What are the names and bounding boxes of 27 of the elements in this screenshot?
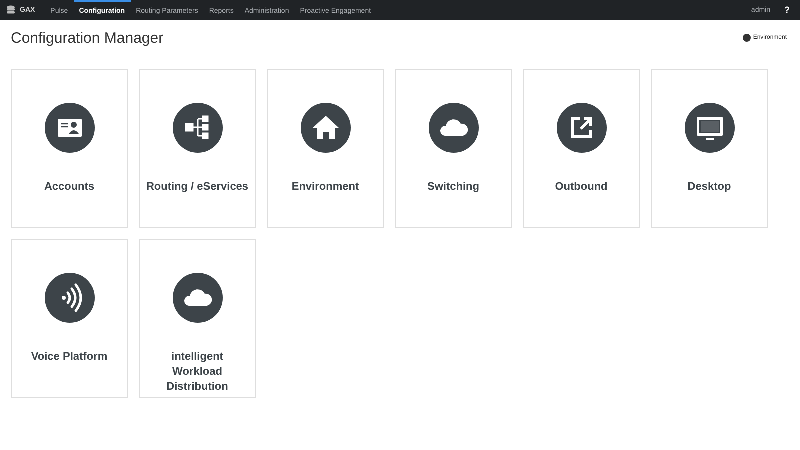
- cloud-icon: [428, 103, 478, 153]
- category-tile[interactable]: Accounts: [11, 69, 128, 228]
- tile-label: intelligent Workload Distribution: [166, 350, 230, 395]
- category-tile[interactable]: intelligent Workload Distribution: [139, 239, 256, 398]
- category-tile[interactable]: Outbound: [523, 69, 640, 228]
- flowchart-icon: [172, 103, 222, 153]
- category-tile[interactable]: Routing / eServices: [139, 69, 256, 228]
- database-icon: [6, 5, 16, 15]
- cloud-icon: [172, 273, 222, 323]
- page-title: Configuration Manager: [11, 30, 164, 46]
- category-tile[interactable]: Environment: [267, 69, 384, 228]
- signal-waves-icon: [44, 273, 94, 323]
- category-tile[interactable]: Switching: [395, 69, 512, 228]
- tile-label: Desktop: [686, 180, 732, 195]
- house-icon: [300, 103, 350, 153]
- category-tile[interactable]: Desktop: [651, 69, 768, 228]
- external-link-icon: [556, 103, 606, 153]
- monitor-icon: [684, 103, 734, 153]
- tile-label: Voice Platform: [30, 350, 109, 365]
- tile-label: Switching: [426, 180, 480, 195]
- tile-label: Outbound: [554, 180, 609, 195]
- tile-label: Accounts: [43, 180, 96, 195]
- category-tile[interactable]: Voice Platform: [11, 239, 128, 398]
- id-card-icon: [44, 103, 94, 153]
- tile-label: Routing / eServices: [145, 180, 250, 195]
- tile-label: Environment: [290, 180, 360, 195]
- help-button[interactable]: ?: [784, 5, 790, 15]
